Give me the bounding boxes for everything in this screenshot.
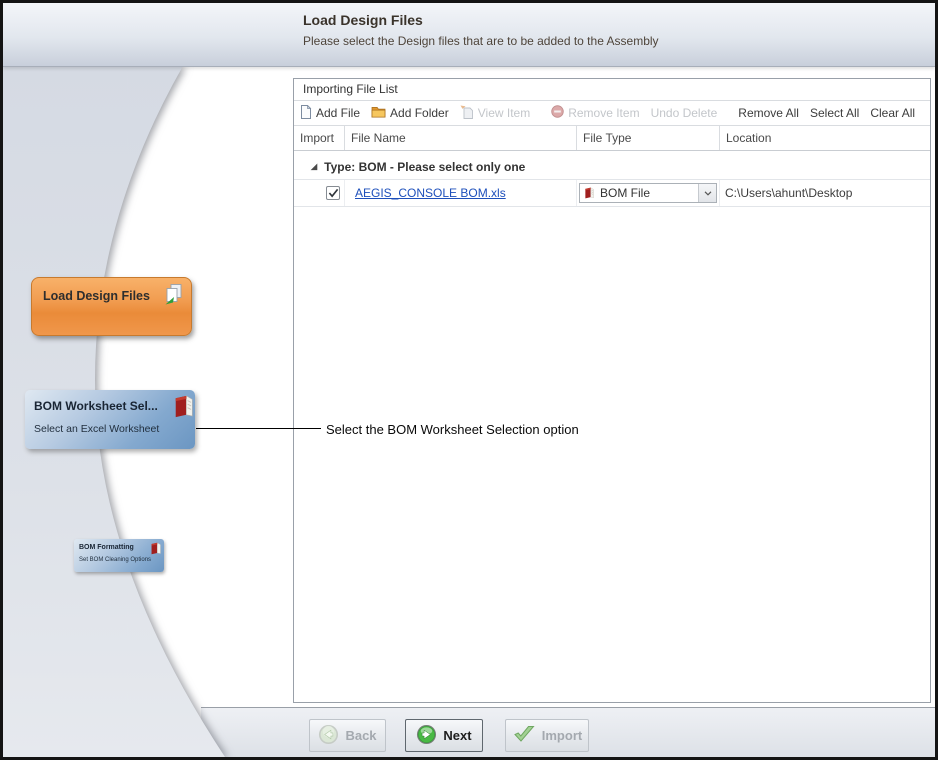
group-row-bom[interactable]: ◢ Type: BOM - Please select only one: [294, 154, 930, 179]
table-row: AEGIS_CONSOLE BOM.xls BOM File: [294, 179, 930, 207]
annotation-connector-line: [196, 428, 321, 429]
next-arrow-icon: [416, 724, 437, 748]
next-button-label: Next: [443, 728, 471, 743]
footer-bar: Back Next Import: [201, 707, 935, 757]
remove-all-button[interactable]: Remove All: [738, 106, 799, 120]
import-check-icon: [512, 724, 536, 747]
import-button-label: Import: [542, 728, 582, 743]
select-all-label: Select All: [810, 106, 859, 120]
page-title: Load Design Files: [303, 12, 423, 28]
view-item-label: View Item: [478, 106, 530, 120]
clear-all-button[interactable]: Clear All: [870, 106, 915, 120]
sidebar-step-load-design-files[interactable]: Load Design Files: [31, 277, 192, 336]
add-file-label: Add File: [316, 106, 360, 120]
select-all-button[interactable]: Select All: [810, 106, 859, 120]
import-button: Import: [505, 719, 589, 752]
bom-book-icon: [171, 393, 197, 425]
copy-files-icon: [162, 283, 184, 312]
step-title: BOM Formatting: [79, 544, 134, 551]
remove-circle-icon: [551, 105, 564, 121]
back-button: Back: [309, 719, 386, 752]
add-folder-button[interactable]: Add Folder: [371, 105, 449, 121]
file-type-combobox[interactable]: BOM File: [579, 183, 717, 203]
add-folder-icon: [371, 105, 386, 121]
remove-item-button: Remove Item: [551, 105, 639, 121]
group-row-label: Type: BOM - Please select only one: [324, 160, 525, 174]
add-folder-label: Add Folder: [390, 106, 449, 120]
sidebar-step-bom-formatting[interactable]: BOM Formatting Set BOM Cleaning Options: [74, 539, 164, 572]
importing-file-list-panel: Importing File List Add File Add Folder …: [293, 78, 931, 703]
add-file-button[interactable]: Add File: [300, 105, 360, 122]
back-button-label: Back: [345, 728, 376, 743]
file-type-value: BOM File: [600, 186, 650, 200]
remove-item-label: Remove Item: [568, 106, 639, 120]
annotation-text: Select the BOM Worksheet Selection optio…: [326, 422, 579, 437]
grid-toolbar: Add File Add Folder View Item Remove Ite: [294, 101, 930, 126]
grid-header-row: Import File Name File Type Location: [294, 126, 930, 151]
page-subtitle: Please select the Design files that are …: [303, 34, 659, 48]
undo-delete-label: Undo Delete: [651, 106, 718, 120]
view-item-icon: [460, 105, 474, 122]
back-arrow-icon: [318, 724, 339, 748]
view-item-button: View Item: [460, 105, 530, 122]
panel-title: Importing File List: [294, 79, 930, 101]
undo-delete-button: Undo Delete: [651, 106, 718, 120]
clear-all-label: Clear All: [870, 106, 915, 120]
column-header-file-name[interactable]: File Name: [344, 126, 576, 150]
step-subtitle: Select an Excel Worksheet: [34, 423, 159, 435]
add-file-icon: [300, 105, 312, 122]
step-title: Load Design Files: [43, 289, 150, 303]
column-header-file-type[interactable]: File Type: [576, 126, 719, 150]
file-name-link[interactable]: AEGIS_CONSOLE BOM.xls: [355, 186, 506, 200]
dropdown-chevron-icon[interactable]: [698, 184, 716, 202]
next-button[interactable]: Next: [405, 719, 483, 752]
bom-book-icon: [149, 541, 163, 561]
wizard-header: Load Design Files Please select the Desi…: [3, 3, 935, 67]
bom-book-icon: [583, 186, 596, 200]
sidebar-step-bom-worksheet-selection[interactable]: BOM Worksheet Sel... Select an Excel Wor…: [25, 390, 195, 449]
location-cell: C:\Users\ahunt\Desktop: [719, 180, 930, 206]
column-header-import[interactable]: Import: [294, 126, 344, 150]
step-subtitle: Set BOM Cleaning Options: [79, 557, 151, 563]
step-title: BOM Worksheet Sel...: [34, 399, 158, 413]
wizard-window: Load Design Files Please select the Desi…: [0, 0, 938, 760]
remove-all-label: Remove All: [738, 106, 799, 120]
import-checkbox[interactable]: [326, 186, 340, 200]
column-header-location[interactable]: Location: [719, 126, 930, 150]
group-expander-icon[interactable]: ◢: [311, 163, 317, 171]
